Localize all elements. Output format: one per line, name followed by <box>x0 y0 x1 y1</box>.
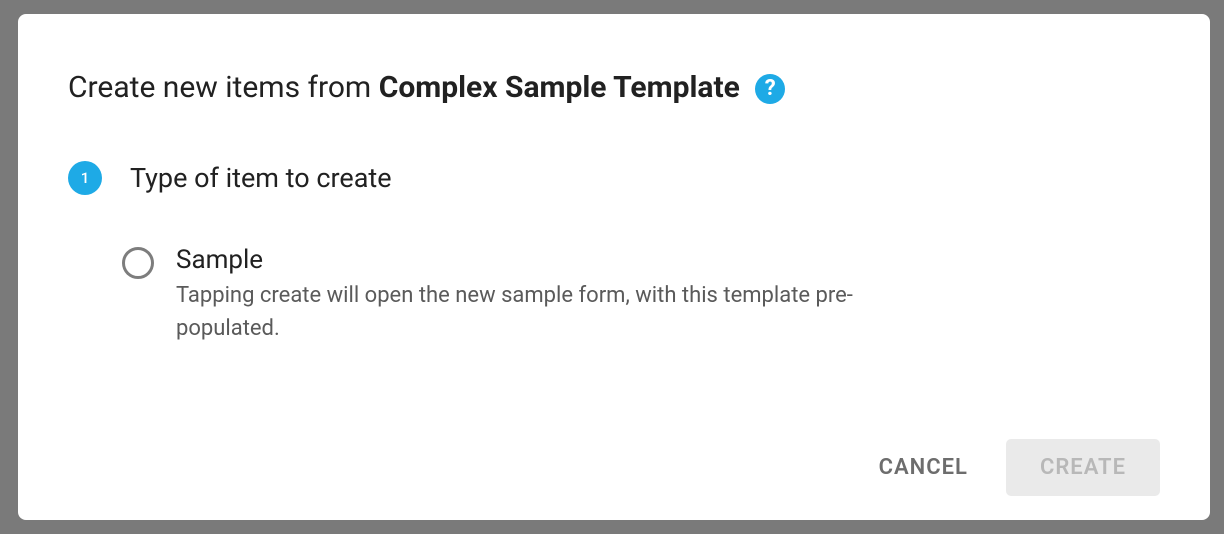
help-icon[interactable]: ? <box>755 74 785 104</box>
option-text: Sample Tapping create will open the new … <box>176 245 1160 345</box>
cancel-button[interactable]: CANCEL <box>869 441 978 494</box>
radio-icon[interactable] <box>122 247 154 279</box>
create-items-dialog: Create new items from Complex Sample Tem… <box>18 14 1210 520</box>
step-number-badge: 1 <box>68 161 102 195</box>
step-title: Type of item to create <box>130 162 392 194</box>
option-sample[interactable]: Sample Tapping create will open the new … <box>68 245 1160 345</box>
dialog-title-prefix: Create new items from <box>68 70 379 105</box>
step-header: 1 Type of item to create <box>68 161 1160 195</box>
dialog-actions: CANCEL CREATE <box>68 439 1160 496</box>
dialog-title-template: Complex Sample Template <box>379 70 748 105</box>
option-label: Sample <box>176 245 1160 275</box>
dialog-title: Create new items from Complex Sample Tem… <box>68 70 1160 105</box>
create-button[interactable]: CREATE <box>1006 439 1160 496</box>
option-description: Tapping create will open the new sample … <box>176 279 896 345</box>
